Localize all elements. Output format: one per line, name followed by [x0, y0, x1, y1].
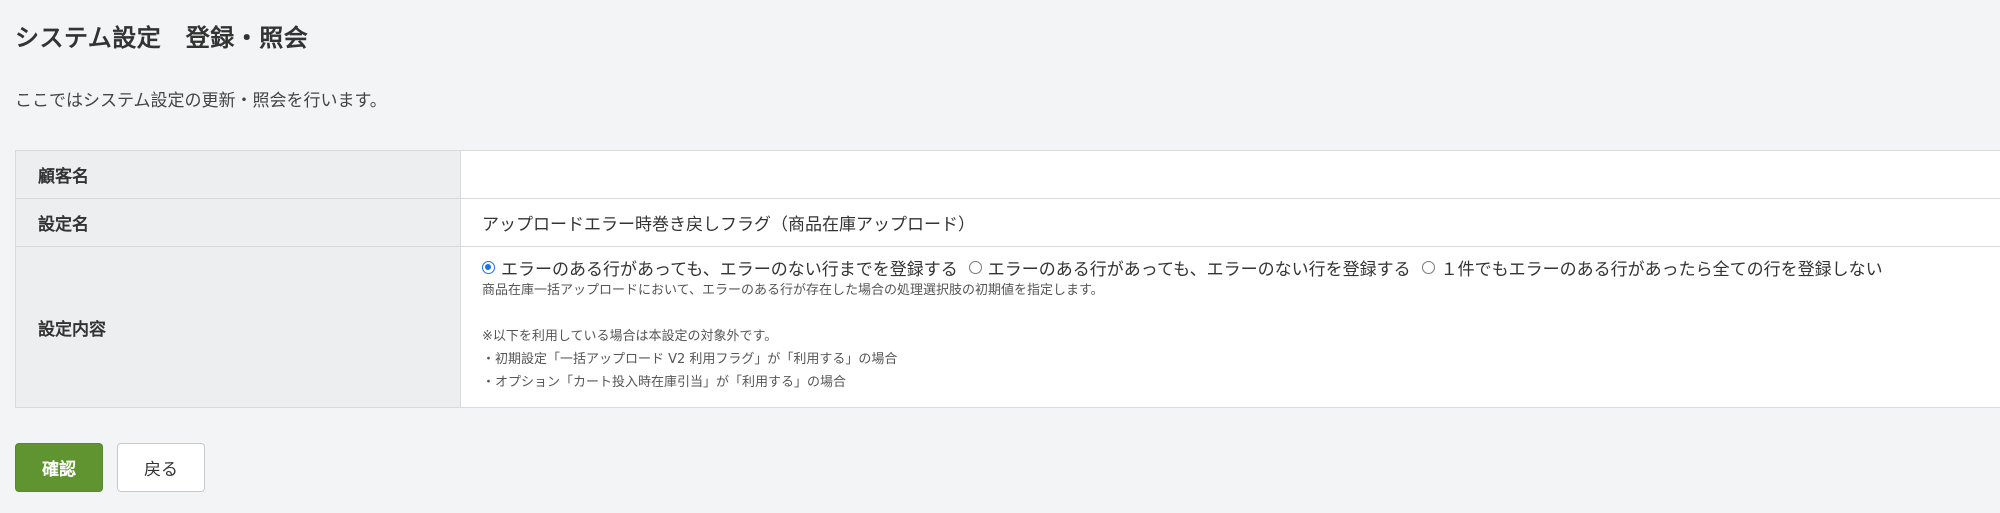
- setting-content-cell: エラーのある行があっても、エラーのない行までを登録する エラーのある行があっても…: [460, 246, 2000, 408]
- settings-table: 顧客名 設定名 アップロードエラー時巻き戻しフラグ（商品在庫アップロード） 設定…: [15, 150, 2000, 408]
- radio-label: エラーのある行があっても、エラーのない行を登録する: [987, 259, 1411, 280]
- back-button[interactable]: 戻る: [117, 443, 205, 492]
- page-description: ここではシステム設定の更新・照会を行います。: [15, 91, 387, 111]
- radio-option-register-until-error[interactable]: エラーのある行があっても、エラーのない行までを登録する: [482, 255, 958, 280]
- radio-button[interactable]: [968, 260, 982, 274]
- radio-button-checked[interactable]: [482, 260, 495, 274]
- help-spacer: [482, 302, 2000, 325]
- radio-option-register-valid-rows[interactable]: エラーのある行があっても、エラーのない行を登録する: [968, 255, 1411, 280]
- radio-group: エラーのある行があっても、エラーのない行までを登録する エラーのある行があっても…: [482, 255, 2000, 280]
- page-title: システム設定 登録・照会: [15, 24, 309, 52]
- customer-value: [460, 150, 2000, 199]
- setting-name-value: アップロードエラー時巻き戻しフラグ（商品在庫アップロード）: [460, 198, 2000, 247]
- radio-label: １件でもエラーのある行があったら全ての行を登録しない: [1440, 259, 1883, 280]
- help-note-item: ・オプション「カート投入時在庫引当」が「利用する」の場合: [482, 375, 847, 390]
- setting-name-label: 設定名: [15, 198, 461, 247]
- setting-name-row: 設定名 アップロードエラー時巻き戻しフラグ（商品在庫アップロード）: [15, 198, 2000, 247]
- customer-label: 顧客名: [15, 150, 461, 199]
- radio-button[interactable]: [1421, 260, 1435, 274]
- setting-content-label: 設定内容: [15, 246, 461, 408]
- help-note-item: ・初期設定「一括アップロード V2 利用フラグ」が「利用する」の場合: [482, 352, 898, 367]
- confirm-button[interactable]: 確認: [15, 443, 103, 492]
- customer-row: 顧客名: [15, 150, 2000, 199]
- help-text: 商品在庫一括アップロードにおいて、エラーのある行が存在した場合の処理選択肢の初期…: [482, 283, 1104, 298]
- setting-content-row: 設定内容 エラーのある行があっても、エラーのない行までを登録する エラーのある行…: [15, 246, 2000, 408]
- help-note-title: ※以下を利用している場合は本設定の対象外です。: [482, 329, 778, 344]
- radio-option-register-none[interactable]: １件でもエラーのある行があったら全ての行を登録しない: [1421, 255, 1883, 280]
- radio-label: エラーのある行があっても、エラーのない行までを登録する: [501, 259, 958, 280]
